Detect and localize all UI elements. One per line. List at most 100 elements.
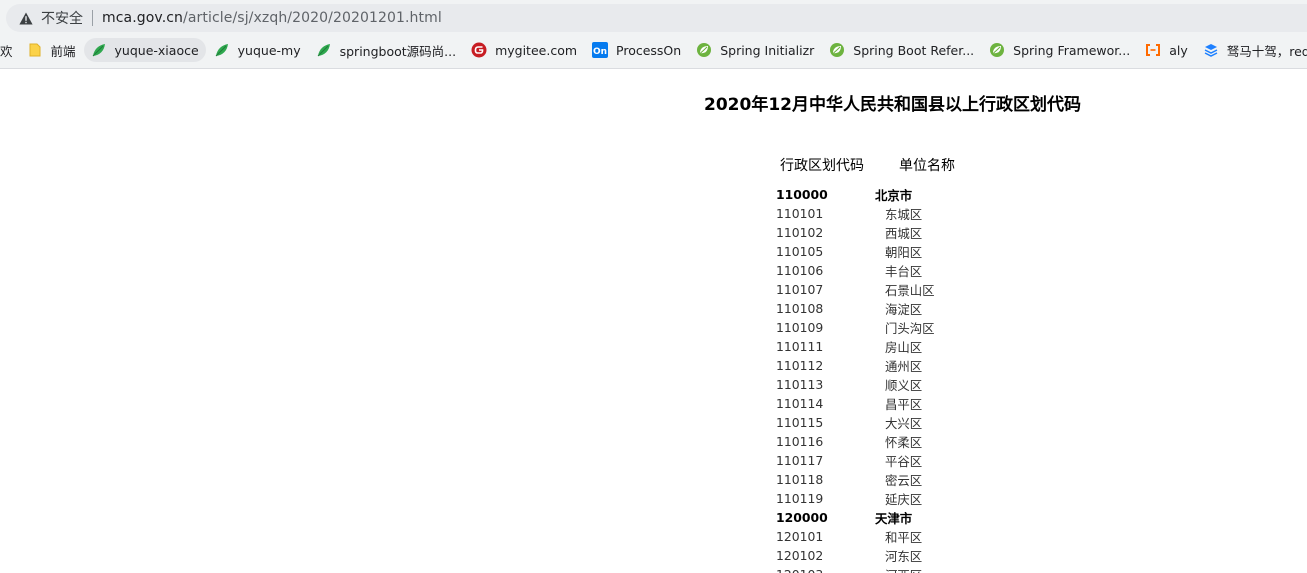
bookmark-label: 驽马十驾，redis 5... [1226,43,1307,59]
column-header-code: 行政区划代码 [780,158,864,174]
division-code: 110102 [776,225,824,240]
bookmark-processon[interactable]: On ProcessOn [585,38,688,62]
province-row: 120000 天津市 [776,508,1076,527]
table-row: 110105 朝阳区 [776,242,1076,261]
table-row: 120101 和平区 [776,527,1076,546]
bookmark-label: Spring Initializr [720,42,815,58]
table-row: 110113 顺义区 [776,375,1076,394]
bookmark-spring-boot-reference[interactable]: Spring Boot Refer... [822,38,981,62]
bookmark-label: Spring Boot Refer... [853,42,975,58]
table-row: 110111 房山区 [776,337,1076,356]
division-name: 丰台区 [885,263,923,279]
division-code: 110112 [776,358,824,373]
division-code: 120103 [776,567,875,573]
security-label[interactable]: 不安全 [41,8,83,28]
table-row: 110118 密云区 [776,470,1076,489]
bookmark-redis-article[interactable]: 驽马十驾，redis 5... [1196,38,1307,62]
bookmark-mygitee[interactable]: mygitee.com [464,38,584,62]
division-code: 110000 [776,187,828,202]
table-row: 110119 延庆区 [776,489,1076,508]
division-code: 110114 [776,396,824,411]
url-text[interactable]: mca.gov.cn/article/sj/xzqh/2020/20201201… [102,10,442,26]
division-code: 120102 [776,548,824,563]
bookmark-spring-framework[interactable]: Spring Framewor... [982,38,1137,62]
table-row: 110117 平谷区 [776,451,1076,470]
table-row: 110114 昌平区 [776,394,1076,413]
division-name: 大兴区 [885,415,923,431]
page-content: 2020年12月中华人民共和国县以上行政区划代码 行政区划代码 单位名称 110… [0,69,1307,573]
division-code: 110117 [776,453,824,468]
bookmark-label: springboot源码尚... [339,43,457,59]
bookmark-frontend-folder[interactable]: 前端 [20,38,83,62]
address-bar[interactable]: 不安全 mca.gov.cn/article/sj/xzqh/2020/2020… [6,4,1307,32]
yuque-leaf-icon [316,42,332,58]
bookmark-label: ProcessOn [616,42,682,58]
bookmark-label: 前端 [50,43,76,59]
warning-triangle-icon[interactable] [18,10,34,26]
table-row: 110101 东城区 [776,204,1076,223]
division-name: 昌平区 [885,396,923,412]
division-code: 120000 [776,510,828,525]
bookmark-cutoff[interactable]: 欢 [0,38,19,62]
spring-icon [829,42,845,58]
division-code: 110108 [776,301,824,316]
division-name: 天津市 [875,510,913,526]
bookmark-label: mygitee.com [495,42,578,58]
column-header-name: 单位名称 [899,158,955,174]
province-row: 110000 北京市 [776,185,1076,204]
bookmark-label: yuque-xiaoce [114,42,199,58]
gitee-icon [471,42,487,58]
processon-icon: On [592,42,609,58]
table-row: 110102 西城区 [776,223,1076,242]
folder-icon [27,42,43,58]
bookmark-label: Spring Framewor... [1013,42,1131,58]
division-code: 110119 [776,491,824,506]
table-row: 110109 门头沟区 [776,318,1076,337]
division-name: 石景山区 [885,282,935,298]
division-code: 110111 [776,339,824,354]
division-name: 顺义区 [885,377,923,393]
table-row: 120103河西区 [776,565,1076,573]
bookmark-yuque-my[interactable]: yuque-my [207,38,308,62]
division-name: 西城区 [885,225,923,241]
division-code: 120101 [776,529,824,544]
url-host: mca.gov.cn [102,10,184,26]
yuque-leaf-icon [91,42,107,58]
bookmark-springboot-source[interactable]: springboot源码尚... [309,38,463,62]
division-name: 东城区 [885,206,923,222]
bookmark-label: 欢 [0,43,13,59]
bookmark-aly[interactable]: aly [1138,38,1195,62]
stack-icon [1203,42,1219,58]
bookmark-spring-initializr[interactable]: Spring Initializr [689,38,821,62]
division-name: 怀柔区 [885,434,923,450]
bookmark-label: aly [1169,42,1188,58]
division-name: 平谷区 [885,453,923,469]
yuque-leaf-icon [214,42,230,58]
browser-chrome: 不安全 mca.gov.cn/article/sj/xzqh/2020/2020… [0,0,1307,69]
url-path: /article/sj/xzqh/2020/20201201.html [183,10,442,26]
division-code-table: 110000 北京市 110101 东城区 110102 西城区 110105 朝阳区 1101… [776,185,1076,573]
division-name: 房山区 [885,339,923,355]
division-code: 110118 [776,472,824,487]
division-name: 和平区 [885,529,923,545]
bookmark-yuque-xiaoce[interactable]: yuque-xiaoce [83,38,206,62]
page-title: 2020年12月中华人民共和国县以上行政区划代码 [704,95,1081,115]
table-row: 110108 海淀区 [776,299,1076,318]
division-code: 110101 [776,206,824,221]
division-code: 110116 [776,434,824,449]
table-row: 120102 河东区 [776,546,1076,565]
division-name: 河西区 [875,566,922,573]
division-code: 110106 [776,263,824,278]
division-name: 河东区 [885,548,923,564]
spring-icon [696,42,712,58]
spring-icon [989,42,1005,58]
table-row: 110115 大兴区 [776,413,1076,432]
division-code: 110109 [776,320,824,335]
division-name: 北京市 [875,187,913,203]
svg-text:On: On [593,47,607,57]
division-code: 110107 [776,282,824,297]
division-code: 110113 [776,377,824,392]
division-name: 密云区 [885,472,923,488]
bookmark-label: yuque-my [237,42,301,58]
table-row: 110112 通州区 [776,356,1076,375]
